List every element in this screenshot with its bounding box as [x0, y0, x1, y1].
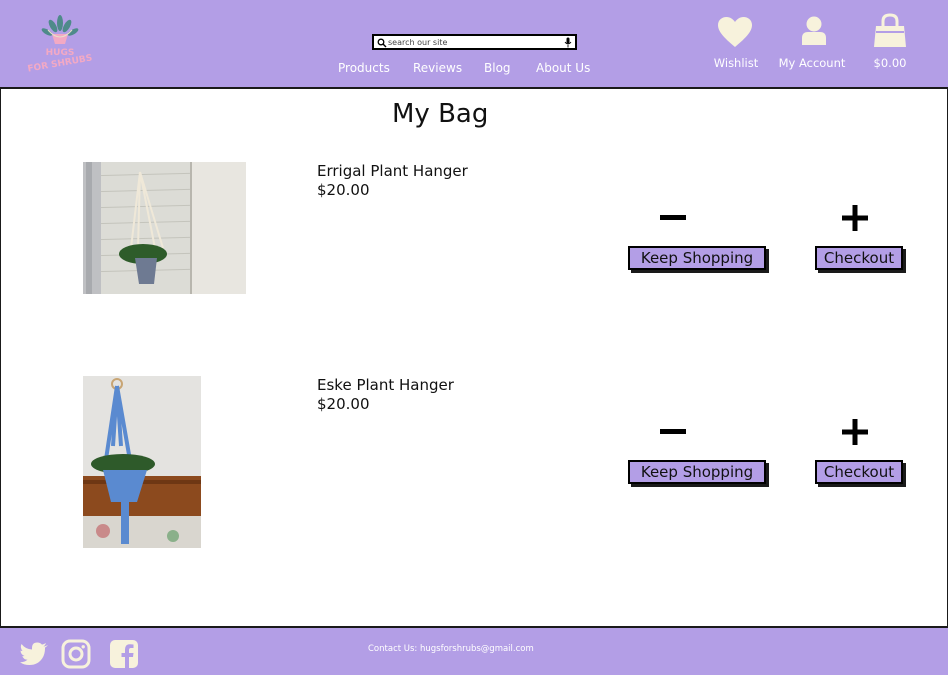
item-price: $20.00	[317, 181, 370, 199]
contact-email[interactable]: Contact Us: hugsforshrubs@gmail.com	[368, 644, 534, 654]
checkout-button[interactable]: Checkout	[815, 460, 903, 484]
page-title: My Bag	[392, 99, 489, 129]
facebook-link[interactable]	[109, 639, 139, 669]
nav-reviews[interactable]: Reviews	[413, 61, 462, 75]
plus-icon	[842, 419, 868, 445]
nav-products[interactable]: Products	[338, 61, 390, 75]
minus-icon	[660, 215, 686, 220]
wishlist-link[interactable]: Wishlist	[706, 16, 766, 72]
product-image-eske[interactable]	[83, 376, 201, 548]
plus-icon	[842, 205, 868, 231]
keep-shopping-button[interactable]: Keep Shopping	[628, 460, 766, 484]
facebook-icon	[110, 640, 138, 668]
cart-link[interactable]: $0.00	[862, 13, 918, 72]
site-footer: Contact Us: hugsforshrubs@gmail.com	[0, 626, 948, 675]
cart-total: $0.00	[873, 56, 907, 70]
nav-about-us[interactable]: About Us	[536, 61, 590, 75]
decrease-quantity-button[interactable]	[658, 417, 688, 447]
increase-quantity-button[interactable]	[840, 417, 870, 447]
twitter-link[interactable]	[19, 639, 49, 669]
item-price: $20.00	[317, 395, 370, 413]
checkout-button[interactable]: Checkout	[815, 246, 903, 270]
increase-quantity-button[interactable]	[840, 203, 870, 233]
product-image-errigal[interactable]	[83, 162, 246, 294]
search-bar	[372, 34, 577, 50]
user-icon	[802, 16, 826, 45]
item-name[interactable]: Errigal Plant Hanger	[317, 162, 468, 180]
search-icon[interactable]	[377, 38, 387, 48]
instagram-icon	[61, 639, 91, 669]
search-input[interactable]	[388, 36, 558, 48]
minus-icon	[660, 429, 686, 434]
wishlist-label: Wishlist	[713, 56, 759, 70]
keep-shopping-button[interactable]: Keep Shopping	[628, 246, 766, 270]
microphone-icon[interactable]	[564, 37, 572, 48]
instagram-link[interactable]	[61, 639, 91, 669]
account-link[interactable]: My Account	[778, 16, 846, 72]
item-name[interactable]: Eske Plant Hanger	[317, 376, 454, 394]
heart-icon	[718, 17, 752, 47]
account-label: My Account	[778, 56, 846, 70]
twitter-icon	[20, 642, 48, 665]
site-header: HUGS FOR SHRUBS Products Reviews Blog Ab…	[0, 0, 948, 89]
nav-blog[interactable]: Blog	[484, 61, 511, 75]
shopping-bag-icon	[874, 13, 906, 47]
decrease-quantity-button[interactable]	[658, 203, 688, 233]
brand-logo[interactable]: HUGS FOR SHRUBS	[22, 14, 102, 76]
